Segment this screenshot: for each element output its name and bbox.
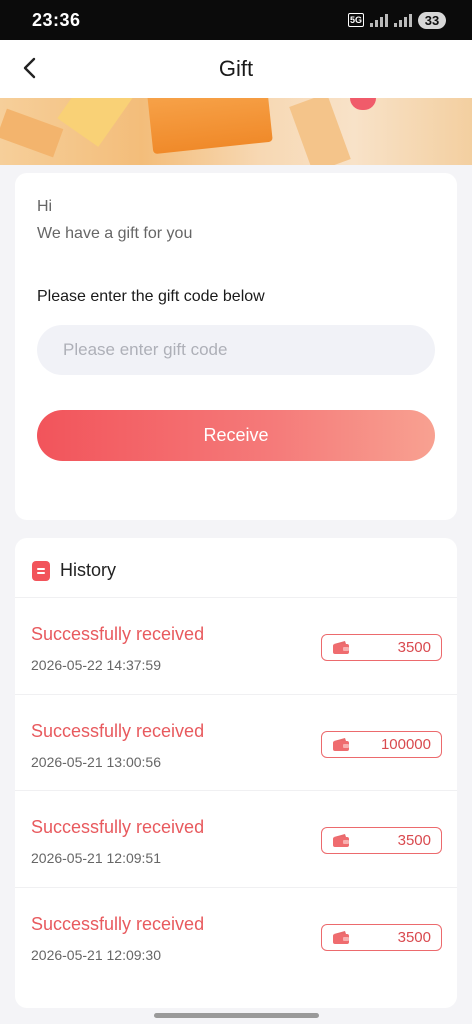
history-list: Successfully received 2026-05-22 14:37:5… bbox=[15, 597, 457, 983]
history-status: Successfully received bbox=[31, 624, 205, 644]
history-card: History Successfully received 2026-05-22… bbox=[15, 538, 457, 1008]
battery-icon: 33 bbox=[418, 11, 446, 29]
history-header: History bbox=[32, 560, 116, 581]
wallet-icon bbox=[333, 930, 349, 944]
history-time: 2026-05-22 14:37:59 bbox=[31, 657, 161, 673]
wallet-icon bbox=[333, 834, 349, 847]
amount-badge: 3500 bbox=[321, 923, 442, 951]
history-time: 2026-05-21 12:09:51 bbox=[31, 850, 161, 866]
receive-button[interactable]: Receive bbox=[37, 410, 435, 461]
history-row: Successfully received 2026-05-21 13:00:5… bbox=[15, 693, 457, 791]
history-row: Successfully received 2026-05-22 14:37:5… bbox=[15, 597, 457, 694]
history-time: 2026-05-21 12:09:30 bbox=[31, 946, 161, 963]
history-time: 2026-05-21 13:00:56 bbox=[31, 753, 161, 770]
chevron-left-icon bbox=[23, 57, 36, 79]
page-title: Gift bbox=[218, 56, 254, 81]
history-row: Successfully received 2026-05-21 12:09:3… bbox=[15, 886, 457, 984]
history-row: Successfully received 2026-05-21 12:09:5… bbox=[15, 790, 457, 887]
back-button[interactable] bbox=[12, 50, 48, 86]
gift-banner-image bbox=[0, 98, 472, 165]
history-status: Successfully received bbox=[31, 720, 205, 741]
status-time: 23:36 bbox=[32, 9, 81, 30]
network-icon: 5G bbox=[347, 13, 364, 27]
home-indicator[interactable] bbox=[154, 1013, 319, 1018]
list-icon bbox=[32, 560, 50, 581]
amount-value: 3500 bbox=[397, 928, 431, 946]
amount-value: 3500 bbox=[397, 832, 431, 849]
greeting-text: Hi bbox=[37, 198, 53, 215]
status-icons: 5G 33 bbox=[347, 11, 446, 29]
amount-badge: 3500 bbox=[321, 634, 442, 661]
signal-icon-2 bbox=[394, 13, 412, 27]
gift-code-prompt: Please enter the gift code below bbox=[37, 288, 265, 305]
wallet-icon bbox=[333, 641, 349, 654]
nav-bar: Gift bbox=[0, 40, 472, 98]
gift-code-input[interactable] bbox=[37, 325, 435, 375]
history-status: Successfully received bbox=[31, 913, 205, 934]
history-title: History bbox=[60, 560, 117, 580]
amount-value: 100000 bbox=[380, 735, 431, 753]
amount-badge: 3500 bbox=[321, 827, 442, 854]
amount-badge: 100000 bbox=[321, 730, 442, 758]
sub-greeting-text: We have a gift for you bbox=[37, 225, 193, 242]
amount-value: 3500 bbox=[397, 639, 431, 656]
signal-icon bbox=[370, 13, 388, 27]
history-status: Successfully received bbox=[31, 817, 205, 837]
wallet-icon bbox=[333, 737, 349, 751]
status-bar: 23:36 5G 33 bbox=[0, 0, 472, 40]
gift-code-card: Hi We have a gift for you Please enter t… bbox=[15, 173, 457, 520]
